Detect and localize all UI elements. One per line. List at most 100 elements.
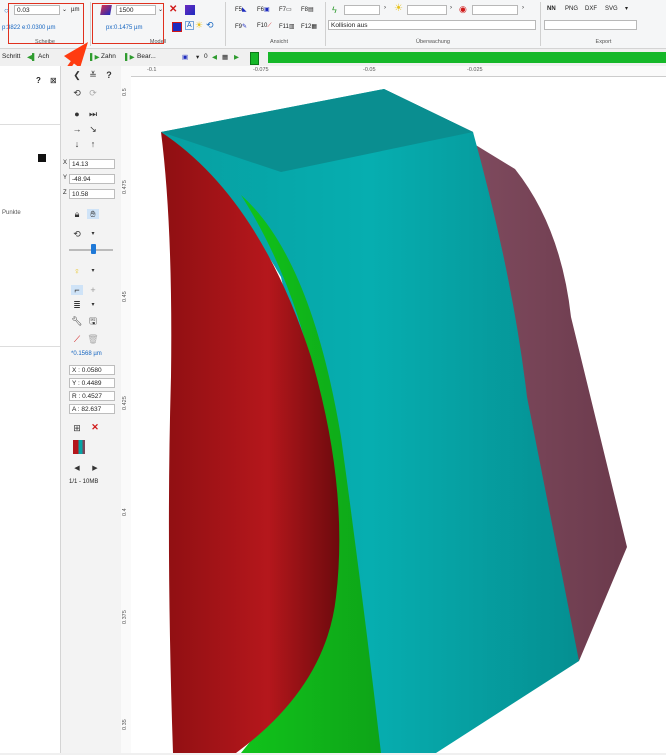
mode-icon[interactable]: ▣ [182, 53, 188, 61]
mini-icon[interactable]: ▦ [222, 53, 228, 61]
grid-toggle-icon[interactable]: ⊞ [71, 423, 83, 433]
expand-icon[interactable]: ≚ [87, 70, 99, 80]
z-coordinate-input[interactable]: 10.58 [69, 189, 115, 199]
y-coordinate-input[interactable]: -48.94 [69, 174, 115, 184]
play-icon[interactable]: ▌▶ [125, 53, 135, 61]
undo-icon[interactable]: ⟲ [71, 88, 83, 98]
pen-icon[interactable]: ⟋ [71, 334, 83, 344]
x-coordinate-input[interactable]: 14.13 [69, 159, 115, 169]
measure-icon[interactable]: ⌐ [71, 285, 83, 295]
tool-column: ❮ ≚ ? ⟲ ⟳ ● ⏭ → ↘ ↓ ↑ X 14.13 Y -48.94 Z… [61, 66, 121, 753]
lock-icon[interactable]: 🔒︎ [71, 209, 83, 219]
pan-hand-icon[interactable]: ✋︎ [87, 209, 99, 219]
model-color-icon[interactable] [185, 5, 195, 15]
monitor-dropdown-1[interactable] [344, 5, 380, 15]
x-axis-label: X [63, 160, 68, 166]
annotation-box-scheibe [8, 3, 84, 44]
view-f9-button[interactable]: F9✎ [235, 23, 247, 30]
help-icon[interactable]: ? [36, 76, 41, 85]
crosshair-icon[interactable]: + [87, 285, 99, 295]
help-icon[interactable]: ? [103, 70, 115, 80]
color-swatch[interactable] [38, 154, 46, 162]
arrow-right-icon[interactable]: → [71, 124, 83, 134]
ribbon-group-ueberwachung: ϟ › ☀ › ◉ › Kollision aus Überwachung [326, 2, 541, 46]
close-red-icon[interactable]: ✕ [89, 422, 101, 432]
prev-icon[interactable]: ◀ [212, 53, 217, 61]
left-panel: ? ⊠ Punkte [0, 66, 61, 753]
view-f8-button[interactable]: F8▤ [301, 6, 314, 13]
ribbon-group-export: NN PNG DXF SVG ▾ Export [541, 2, 666, 46]
rotate-dropdown-icon[interactable]: ▾ [87, 229, 99, 239]
layers-dropdown-icon[interactable]: ▾ [87, 300, 99, 310]
skip-icon[interactable]: ⏭ [87, 109, 99, 119]
point-icon[interactable]: ● [71, 109, 83, 119]
wrench-icon[interactable]: 🔧︎ [71, 316, 83, 326]
ruler-tick: -0.05 [363, 67, 376, 73]
ruler-top: -0.1 -0.075 -0.05 -0.025 [121, 66, 666, 77]
annotation-box-modell [92, 3, 164, 44]
redo-icon[interactable]: ⟳ [87, 88, 99, 98]
3d-model-render[interactable] [131, 77, 666, 753]
rotate-icon[interactable]: ⟲ [71, 229, 83, 239]
prev-page-icon[interactable]: ◀ [71, 464, 83, 474]
ruler-tick: 0.5 [122, 88, 128, 96]
punkte-label: Punkte [2, 210, 21, 216]
light-bulb-icon[interactable]: ♀ [71, 266, 83, 276]
zahn-label[interactable]: Zahn [101, 53, 116, 60]
export-nn-icon[interactable]: NN [547, 6, 556, 12]
divider [0, 346, 60, 347]
monitor-dropdown-2[interactable] [407, 5, 447, 15]
bear-label[interactable]: Bear... [137, 53, 156, 60]
sun-icon[interactable]: ☀ [394, 3, 403, 14]
x-readout: X : 0.0580 [69, 365, 115, 375]
panel-close-icon[interactable]: ⊠ [50, 76, 57, 85]
mode-dropdown-icon[interactable]: ▾ [196, 53, 199, 61]
record-icon[interactable]: ◉ [459, 4, 467, 15]
next-icon[interactable]: ▶ [234, 53, 239, 61]
ruler-tick: -0.025 [467, 67, 483, 73]
arrow-right-icon[interactable]: › [384, 5, 386, 11]
arrow-right-icon[interactable]: › [450, 5, 452, 11]
export-png-button[interactable]: PNG [565, 6, 578, 12]
model-thumbnail-icon[interactable] [73, 440, 85, 454]
view-f6-button[interactable]: F6▣ [257, 6, 270, 13]
ruler-tick: 0.475 [122, 180, 128, 194]
trash-icon[interactable]: 🗑︎ [87, 334, 99, 344]
view-f5-button[interactable]: F5◣ [235, 6, 247, 13]
ruler-tick: 0.425 [122, 396, 128, 410]
delete-model-icon[interactable]: ✕ [169, 4, 177, 15]
ruler-tick: 0.375 [122, 610, 128, 624]
light-dropdown-icon[interactable]: ▾ [87, 266, 99, 276]
view-f12-button[interactable]: F12▦ [301, 23, 317, 30]
view-f10-button[interactable]: F10⟋ [257, 23, 272, 30]
collapse-icon[interactable]: ❮ [71, 70, 83, 80]
ruler-tick: -0.1 [147, 67, 157, 73]
export-dropdown-icon[interactable]: ▾ [625, 5, 628, 12]
save-icon[interactable]: 🖫︎ [87, 316, 99, 326]
progress-bar[interactable] [268, 52, 666, 63]
rotate-icon[interactable]: ⟲ [206, 20, 214, 31]
lightning-icon[interactable]: ϟ [332, 5, 337, 15]
view-f11-button[interactable]: F11▥ [279, 23, 295, 30]
ruler-tick: -0.075 [253, 67, 269, 73]
colormap-icon[interactable] [172, 22, 182, 32]
progress-marker[interactable] [250, 52, 259, 65]
zoom-slider-thumb[interactable] [91, 244, 96, 254]
view-f7-button[interactable]: F7▭ [279, 6, 292, 13]
arrow-right-icon[interactable]: › [522, 5, 524, 11]
export-path-field[interactable] [544, 20, 637, 30]
y-axis-label: Y [63, 175, 68, 181]
export-svg-button[interactable]: SVG [605, 6, 618, 12]
arrow-down-icon[interactable]: ↓ [71, 139, 83, 149]
arrow-up-icon[interactable]: ↑ [87, 139, 99, 149]
monitor-dropdown-3[interactable] [472, 5, 518, 15]
export-dxf-button[interactable]: DXF [585, 6, 597, 12]
page-info: 1/1 - 10MB [69, 479, 99, 485]
arrow-diagonal-icon[interactable]: ↘ [87, 124, 99, 134]
light-icon[interactable]: ☀ [195, 20, 203, 31]
3d-viewport[interactable] [131, 77, 666, 753]
layers-icon[interactable]: ≣ [71, 300, 83, 310]
next-page-icon[interactable]: ▶ [89, 464, 101, 474]
y-readout: Y : 0.4489 [69, 378, 115, 388]
auto-icon[interactable]: A [185, 21, 194, 30]
